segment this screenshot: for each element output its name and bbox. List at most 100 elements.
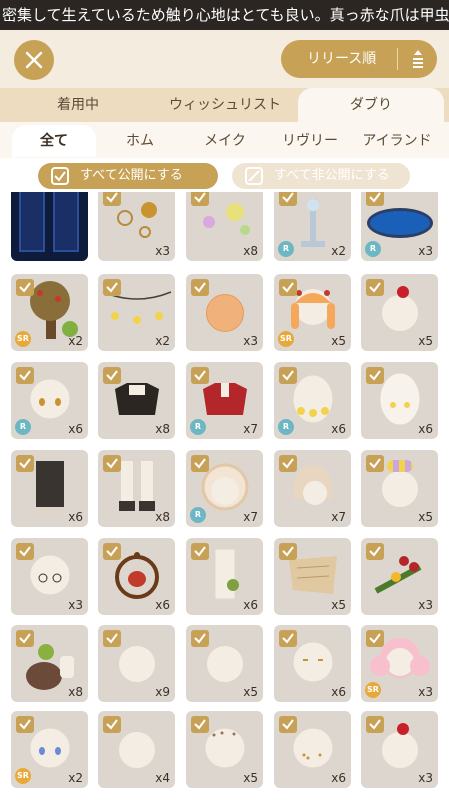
item-select-checkbox[interactable] — [366, 716, 384, 733]
item-card[interactable]: x6 — [186, 538, 263, 615]
item-card[interactable]: x6 — [274, 625, 351, 702]
subcategory-tabs: 全て ホム メイク リヴリー アイランド — [0, 122, 449, 158]
tab-duplicates[interactable]: ダブり — [298, 88, 444, 122]
item-select-checkbox[interactable] — [279, 192, 297, 206]
tab-makeup[interactable]: メイク — [188, 125, 262, 157]
item-card[interactable]: SR x5 — [274, 274, 351, 351]
item-card[interactable]: x3 — [186, 274, 263, 351]
item-card[interactable]: x5 — [186, 625, 263, 702]
item-select-checkbox[interactable] — [279, 543, 297, 560]
item-select-checkbox[interactable] — [16, 367, 34, 384]
item-select-checkbox[interactable] — [16, 455, 34, 472]
make-all-public-button[interactable]: すべて公開にする — [38, 163, 218, 189]
item-quantity: x6 — [155, 598, 170, 612]
item-card[interactable]: x3 — [361, 711, 438, 788]
sort-divider — [397, 48, 398, 70]
item-card[interactable]: x8 — [98, 362, 175, 439]
item-select-checkbox[interactable] — [191, 630, 209, 647]
item-card[interactable]: Rx6 — [11, 362, 88, 439]
item-card[interactable]: x8 — [186, 192, 263, 261]
item-card[interactable]: x6 — [98, 538, 175, 615]
item-select-checkbox[interactable] — [103, 192, 121, 206]
item-select-checkbox[interactable] — [191, 192, 209, 206]
rarity-badge: SR — [365, 682, 381, 698]
item-card[interactable]: Rx7 — [186, 362, 263, 439]
item-select-checkbox[interactable] — [279, 716, 297, 733]
item-select-checkbox[interactable] — [191, 455, 209, 472]
item-select-checkbox[interactable] — [103, 279, 121, 296]
item-card[interactable]: x3 — [98, 192, 175, 261]
item-card[interactable]: Rx2 — [274, 192, 351, 261]
sort-button[interactable]: リリース順 — [281, 40, 437, 78]
item-card[interactable]: x8 — [11, 625, 88, 702]
item-select-checkbox[interactable] — [191, 279, 209, 296]
item-select-checkbox[interactable] — [279, 367, 297, 384]
tab-livly[interactable]: リヴリー — [272, 125, 348, 157]
item-select-checkbox[interactable] — [279, 630, 297, 647]
item-card[interactable]: x5 — [186, 711, 263, 788]
item-select-checkbox[interactable] — [103, 455, 121, 472]
item-card[interactable] — [11, 192, 88, 261]
item-select-checkbox[interactable] — [16, 630, 34, 647]
item-select-checkbox[interactable] — [191, 367, 209, 384]
tab-all[interactable]: 全て — [12, 125, 96, 157]
item-card[interactable]: x5 — [361, 450, 438, 527]
item-select-checkbox[interactable] — [191, 716, 209, 733]
item-card[interactable]: x5 — [361, 274, 438, 351]
item-select-checkbox[interactable] — [103, 543, 121, 560]
item-quantity: x2 — [155, 334, 170, 348]
item-card[interactable]: SR x2 — [11, 711, 88, 788]
item-card[interactable]: x6 — [274, 711, 351, 788]
item-select-checkbox[interactable] — [16, 279, 34, 296]
item-card[interactable]: x3 — [361, 538, 438, 615]
item-card[interactable]: x9 — [98, 625, 175, 702]
item-select-checkbox[interactable] — [366, 455, 384, 472]
item-card[interactable]: x7 — [274, 450, 351, 527]
item-select-checkbox[interactable] — [16, 543, 34, 560]
item-select-checkbox[interactable] — [191, 543, 209, 560]
item-select-checkbox[interactable] — [16, 716, 34, 733]
item-card[interactable]: Rx6 — [274, 362, 351, 439]
item-image — [290, 725, 336, 775]
item-image — [366, 207, 433, 238]
item-select-checkbox[interactable] — [279, 279, 297, 296]
item-card[interactable]: x6 — [361, 362, 438, 439]
rarity-badge: SR — [278, 331, 294, 347]
item-select-checkbox[interactable] — [366, 543, 384, 560]
item-card[interactable]: Rx3 — [361, 192, 438, 261]
item-select-checkbox[interactable] — [103, 367, 121, 384]
item-select-checkbox[interactable] — [279, 455, 297, 472]
tab-island[interactable]: アイランド — [352, 125, 442, 157]
item-select-checkbox[interactable] — [366, 192, 384, 206]
rarity-badge: SR — [15, 331, 31, 347]
item-image — [109, 379, 165, 423]
item-image — [205, 545, 245, 609]
item-card[interactable]: x4 — [98, 711, 175, 788]
tab-wearing[interactable]: 着用中 — [18, 88, 138, 122]
item-card[interactable]: Rx7 — [186, 450, 263, 527]
make-all-private-button[interactable]: すべて非公開にする — [232, 163, 410, 189]
item-quantity: x3 — [418, 771, 433, 785]
item-select-checkbox[interactable] — [366, 367, 384, 384]
item-quantity: x2 — [68, 334, 83, 348]
item-grid: x3 x8 Rx2 Rx3 SR x2 x2 x3 SR x5 x5 Rx6 x8 Rx7 Rx6 x6 x6 x… — [0, 192, 449, 800]
item-card[interactable]: x5 — [274, 538, 351, 615]
item-select-checkbox[interactable] — [366, 630, 384, 647]
category-tabs: 着用中 ウィッシュリスト ダブり — [0, 88, 449, 122]
item-image — [202, 725, 248, 775]
item-image — [205, 644, 244, 683]
item-select-checkbox[interactable] — [103, 716, 121, 733]
item-select-checkbox[interactable] — [366, 279, 384, 296]
item-card[interactable]: x3 — [11, 538, 88, 615]
item-card[interactable]: SR x3 — [361, 625, 438, 702]
tab-wishlist[interactable]: ウィッシュリスト — [150, 88, 300, 122]
item-select-checkbox[interactable] — [103, 630, 121, 647]
item-card[interactable]: SR x2 — [11, 274, 88, 351]
tab-hom[interactable]: ホム — [104, 125, 176, 157]
rarity-badge: R — [278, 241, 294, 257]
close-button[interactable] — [14, 40, 54, 80]
item-quantity: x8 — [155, 422, 170, 436]
item-card[interactable]: x6 — [11, 450, 88, 527]
item-card[interactable]: x2 — [98, 274, 175, 351]
item-card[interactable]: x8 — [98, 450, 175, 527]
